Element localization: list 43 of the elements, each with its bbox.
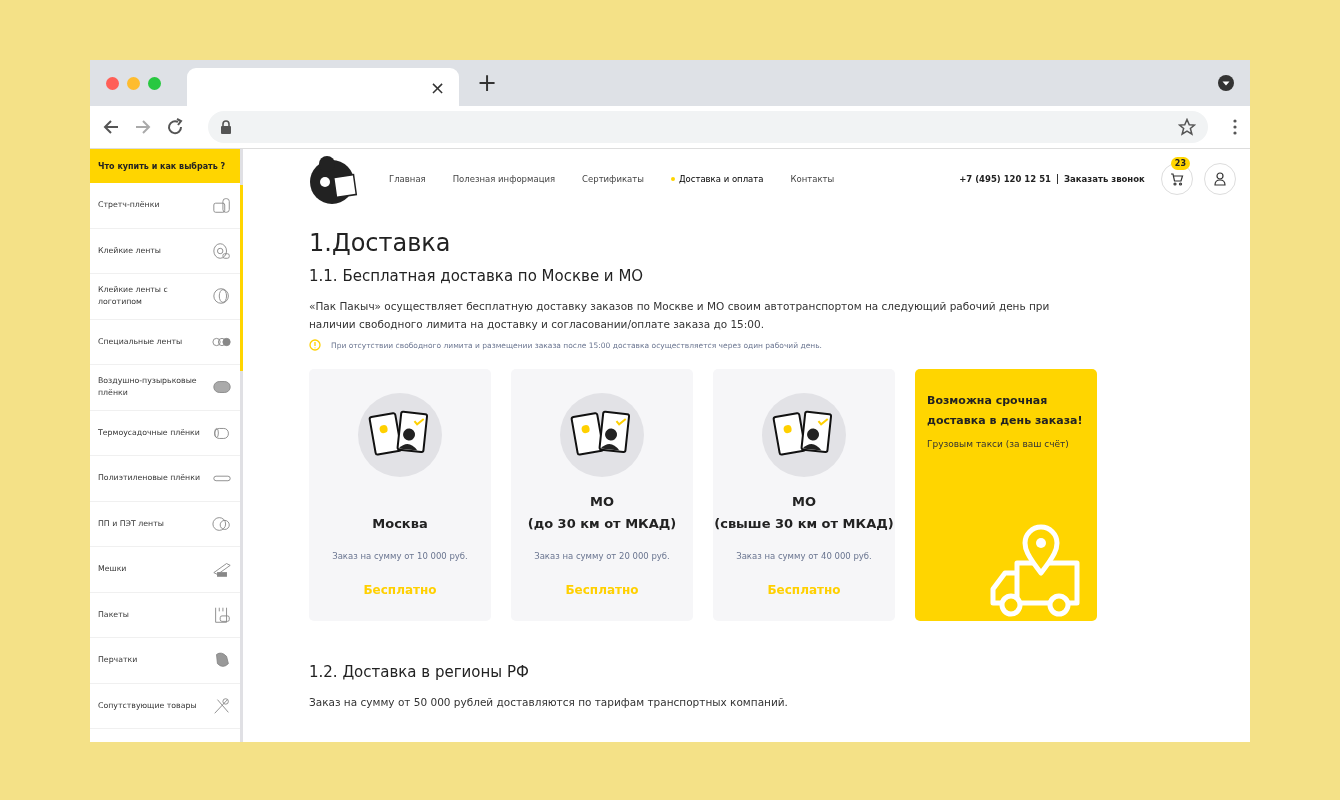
reload-icon[interactable] — [166, 118, 184, 136]
order-condition: Заказ на сумму от 20 000 руб. — [534, 551, 670, 561]
sidebar-title: Что купить и как выбрать ? — [90, 149, 240, 183]
order-condition: Заказ на сумму от 40 000 руб. — [736, 551, 872, 561]
nav-link[interactable]: Полезная информация — [452, 174, 556, 184]
regions-description: Заказ на сумму от 50 000 рублей доставляются по тарифам транспортных компаний. — [309, 695, 789, 710]
zone-title: МО (до 30 км от МКАД) — [527, 493, 677, 533]
info-icon — [309, 339, 321, 351]
cart-count-badge: 23 — [1170, 156, 1190, 170]
product-icon — [212, 195, 232, 216]
nav-link[interactable]: Сертификаты — [582, 174, 644, 184]
star-icon[interactable] — [1178, 118, 1196, 136]
callback-link[interactable]: Заказать звонок — [1058, 174, 1145, 184]
user-icon — [1214, 172, 1226, 186]
nav-link[interactable]: Главная — [389, 174, 426, 184]
express-title: Возможна срочная доставка в день заказа! — [927, 393, 1084, 429]
order-condition: Заказ на сумму от 10 000 руб. — [332, 551, 468, 561]
delivery-price: Бесплатно — [363, 583, 437, 597]
section-heading: 1.1. Бесплатная доставка по Москве и МО — [309, 267, 645, 285]
product-icon — [212, 695, 232, 716]
section-heading: 1.2. Доставка в регионы РФ — [309, 663, 530, 681]
browser-tab[interactable]: × — [187, 68, 459, 106]
delivery-price: Бесплатно — [565, 583, 639, 597]
new-tab-button[interactable]: + — [473, 69, 502, 97]
cart-icon — [1169, 172, 1184, 186]
express-note: Грузовым такси (за ваш счёт) — [927, 439, 1069, 449]
more-menu-icon[interactable] — [1232, 118, 1238, 136]
nav-link[interactable]: Контакты — [790, 174, 835, 184]
delivery-description: «Пак Пакыч» осуществляет бесплатную доставку заказов по Москве и МО своим автотранспортом на следующий рабочий день при наличии свободного лимита на доставку и согласовании/оплате заказа до 15:00. — [309, 299, 1051, 332]
address-field[interactable] — [208, 111, 1208, 143]
tab-menu-icon[interactable] — [1218, 75, 1234, 91]
zone-title: Москва — [372, 515, 428, 533]
phone-number: +7 (495) 120 12 51 — [959, 174, 1058, 184]
product-icon — [212, 240, 232, 261]
product-icon — [212, 286, 232, 307]
delivery-price: Бесплатно — [767, 583, 841, 597]
account-button[interactable] — [1204, 163, 1236, 195]
page-heading: 1.Доставка — [309, 229, 452, 257]
nav-link[interactable]: Доставка и оплата — [670, 174, 764, 184]
lock-icon — [220, 120, 232, 134]
back-icon[interactable] — [102, 118, 120, 136]
close-tab-button[interactable]: × — [427, 76, 447, 98]
zone-title: МО (свыше 30 км от МКАД) — [714, 493, 894, 533]
